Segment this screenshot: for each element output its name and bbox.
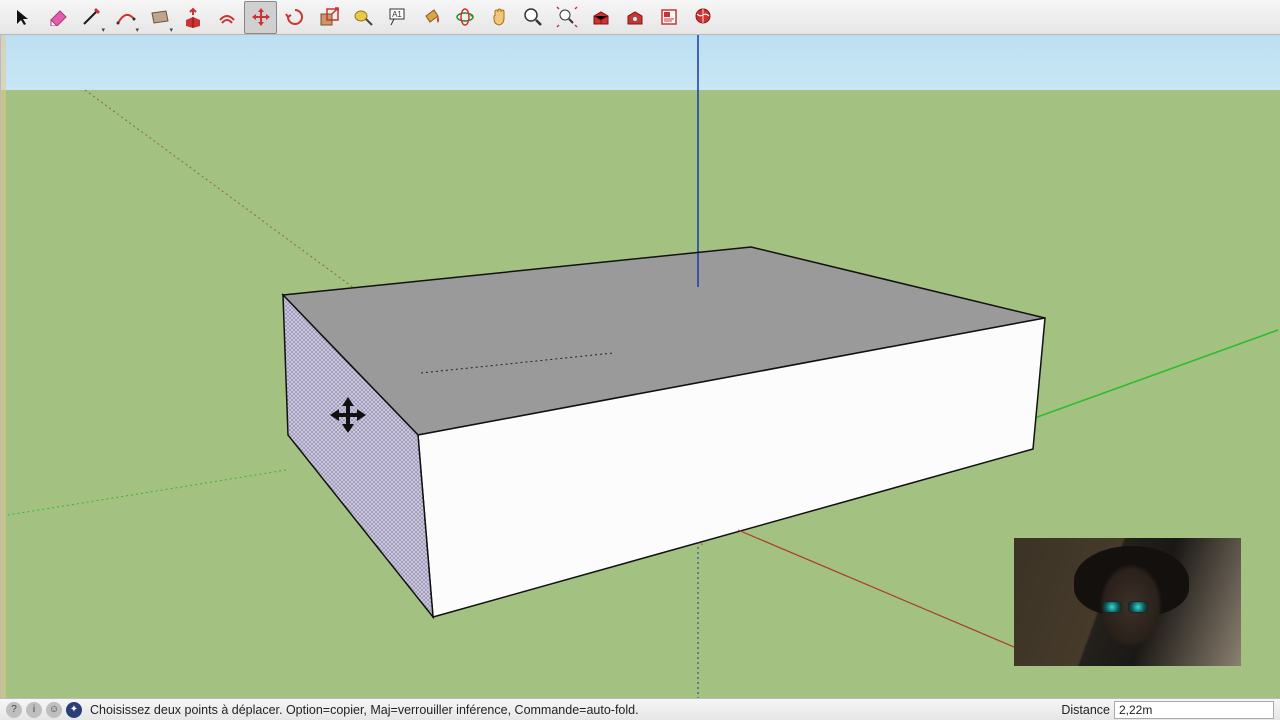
viewport-3d[interactable] [0, 35, 1280, 698]
arc-tool[interactable] [108, 1, 141, 34]
orbit-tool[interactable] [448, 1, 481, 34]
select-tool[interactable] [6, 1, 39, 34]
move-tool[interactable] [244, 1, 277, 34]
svg-text:A1: A1 [392, 10, 402, 19]
status-hint: Choisissez deux points à déplacer. Optio… [90, 703, 1057, 717]
help-icon[interactable]: ? [6, 702, 22, 718]
zoom-tool[interactable] [516, 1, 549, 34]
measure-value-input[interactable]: 2,22m [1114, 701, 1274, 719]
geo-icon[interactable]: ✦ [66, 702, 82, 718]
info-icon[interactable]: i [26, 702, 42, 718]
add-location-tool[interactable] [686, 1, 719, 34]
pushpull-tool[interactable] [176, 1, 209, 34]
3d-warehouse-tool[interactable] [584, 1, 617, 34]
rotate-tool[interactable] [278, 1, 311, 34]
offset-tool[interactable] [210, 1, 243, 34]
eraser-tool[interactable] [40, 1, 73, 34]
red-axis [738, 530, 1033, 655]
text-tool[interactable]: A1 [380, 1, 413, 34]
extension-warehouse-tool[interactable] [618, 1, 651, 34]
webcam-overlay [1014, 538, 1241, 666]
line-tool[interactable] [74, 1, 107, 34]
pan-tool[interactable] [482, 1, 515, 34]
paint-bucket-tool[interactable] [414, 1, 447, 34]
tape-measure-tool[interactable] [346, 1, 379, 34]
measure-label: Distance [1057, 703, 1114, 717]
scale-tool[interactable] [312, 1, 345, 34]
person-icon[interactable]: ☺ [46, 702, 62, 718]
layout-tool[interactable] [652, 1, 685, 34]
toolbar: A1 [0, 0, 1280, 35]
green-axis-neg [8, 470, 286, 515]
rectangle-tool[interactable] [142, 1, 175, 34]
zoom-extents-tool[interactable] [550, 1, 583, 34]
status-bar: ? i ☺ ✦ Choisissez deux points à déplace… [0, 698, 1280, 720]
